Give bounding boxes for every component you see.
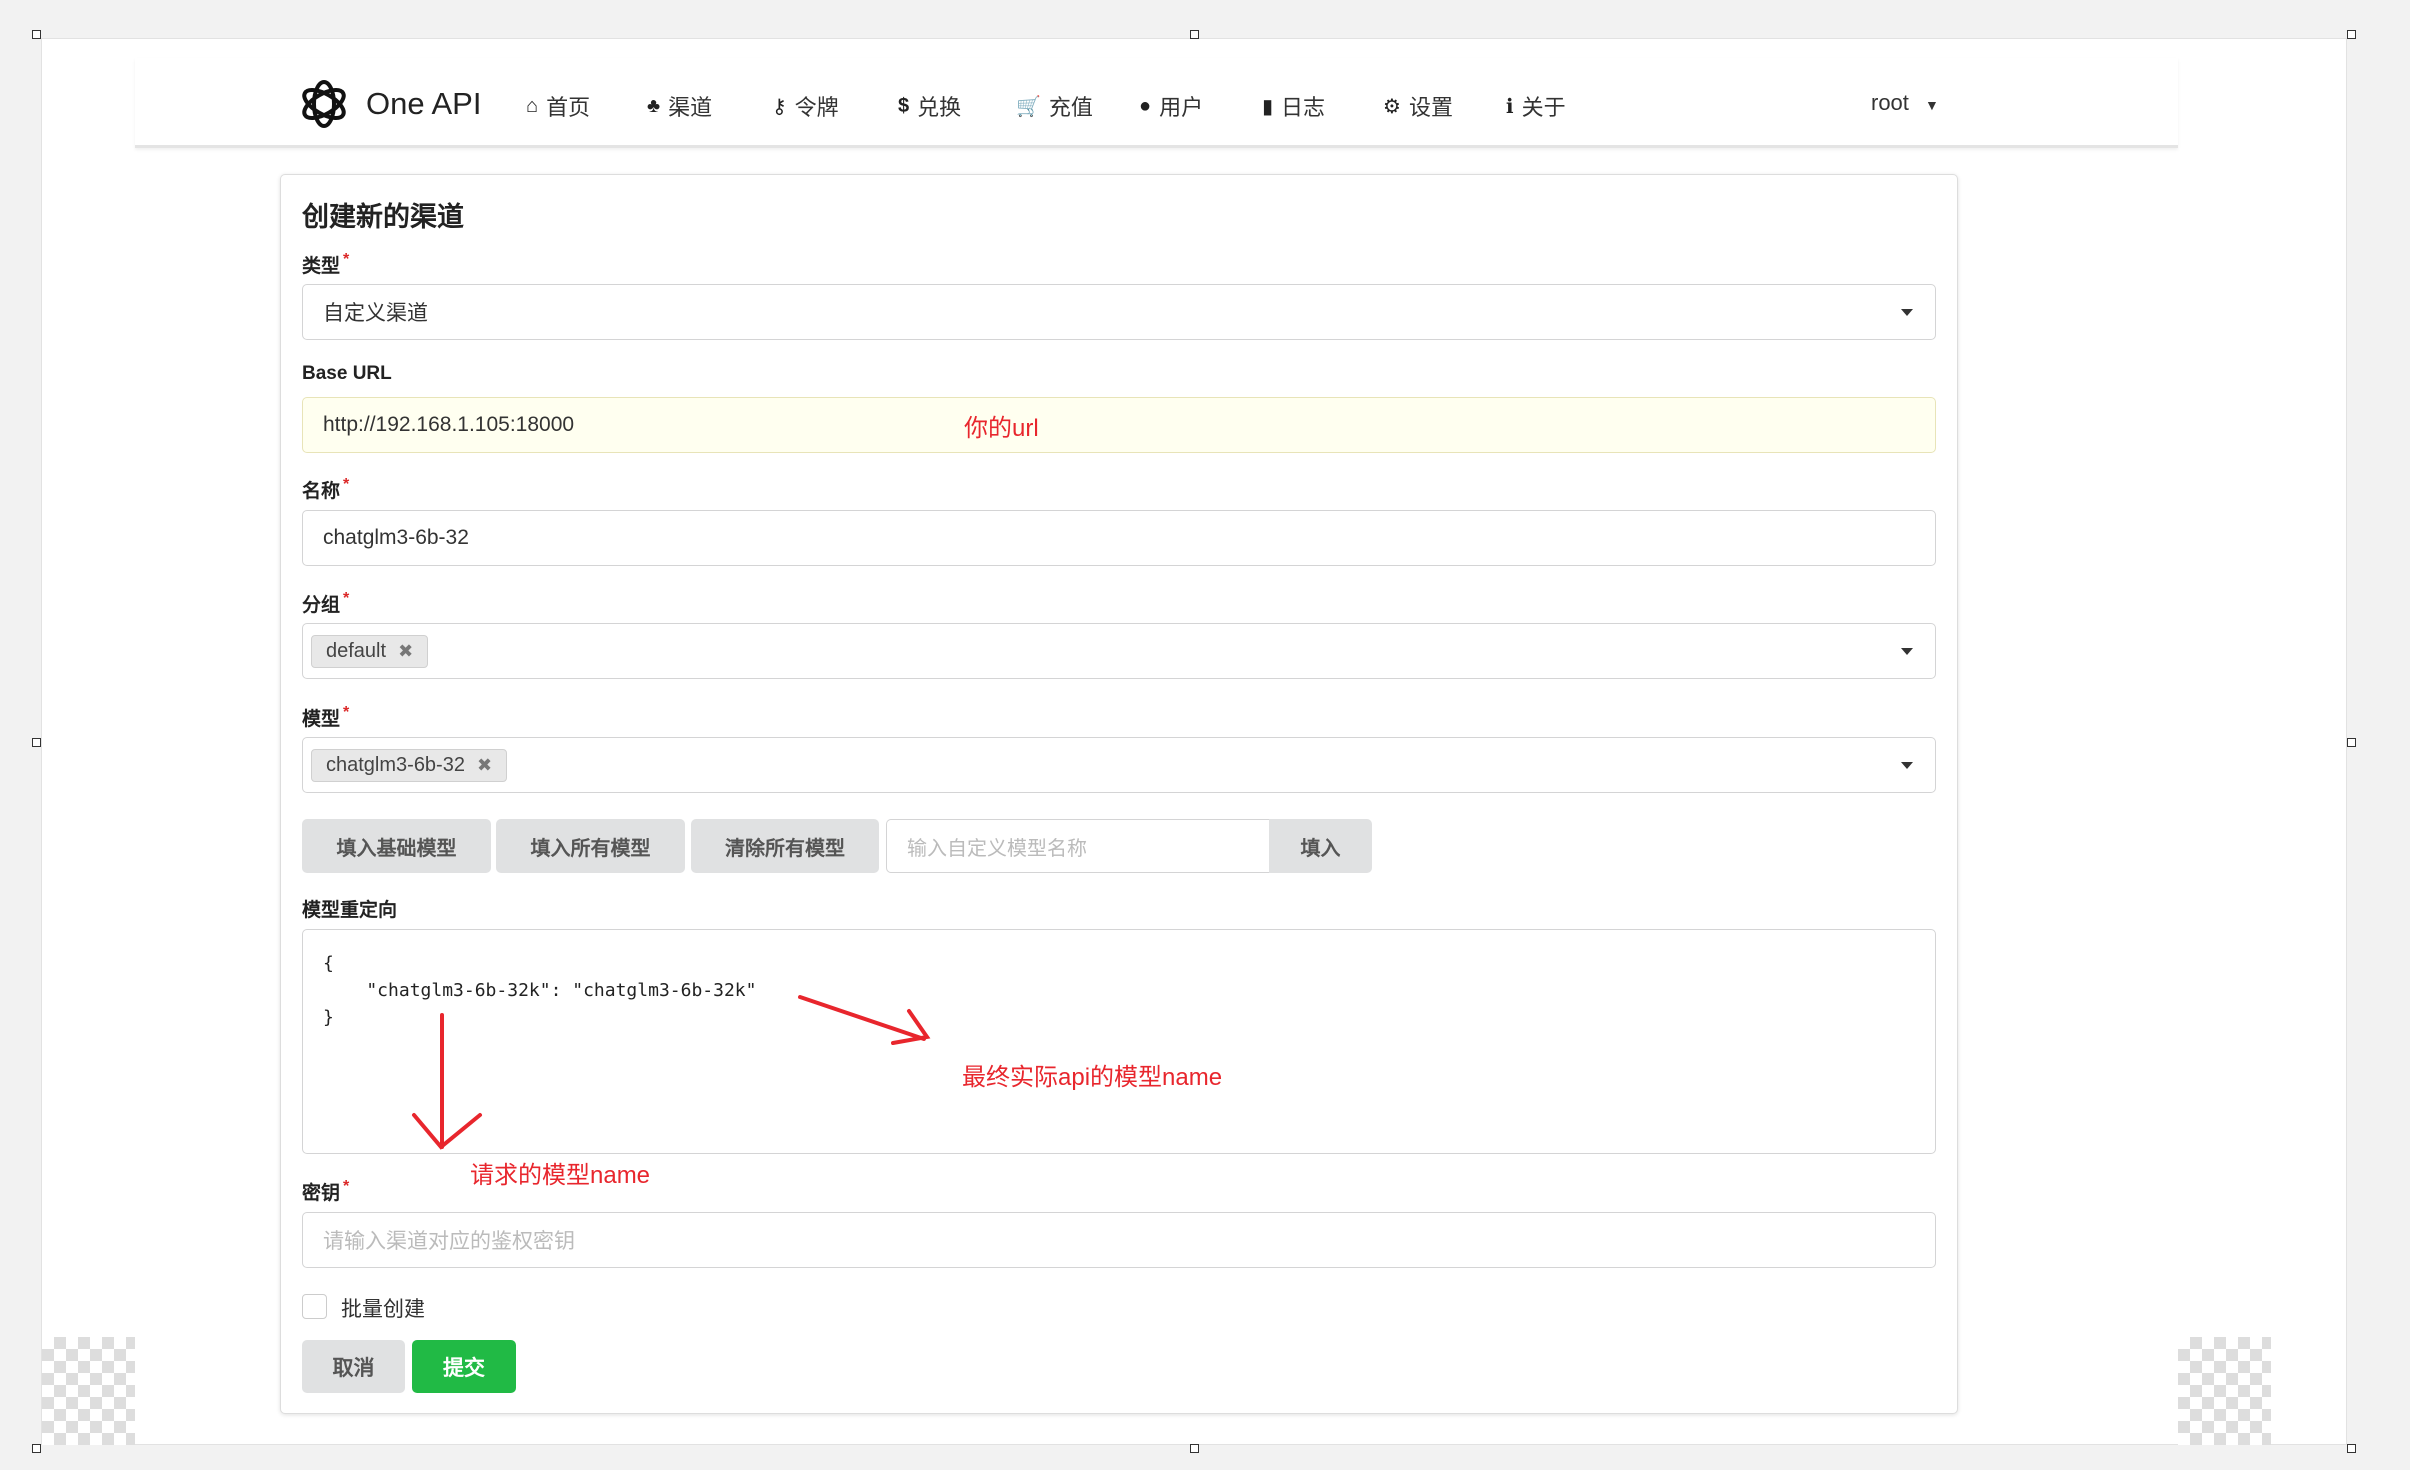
type-select[interactable]: 自定义渠道 [302,284,1936,340]
nav-label: 设置 [1409,90,1453,122]
base-url-label: Base URL [302,363,392,385]
type-value: 自定义渠道 [323,297,428,327]
transparency-checker [42,1337,135,1445]
nav-label: 用户 [1159,90,1203,122]
group-select[interactable]: default✖ [302,623,1936,679]
resize-handle[interactable] [32,1444,41,1453]
fill-all-models-button[interactable]: 填入所有模型 [496,819,685,873]
info-icon: ℹ [1506,94,1514,119]
nav-redeem[interactable]: $ 兑换 [898,90,961,122]
resize-handle[interactable] [32,738,41,747]
nav-about[interactable]: ℹ 关于 [1506,90,1566,122]
key-placeholder: 请输入渠道对应的鉴权密钥 [323,1225,575,1255]
brand-name[interactable]: One API [366,86,481,122]
chevron-down-icon [1901,648,1913,655]
user-icon: ● [1139,95,1151,118]
submit-button[interactable]: 提交 [412,1340,516,1393]
username: root [1871,90,1909,115]
key-input[interactable]: 请输入渠道对应的鉴权密钥 [302,1212,1936,1268]
batch-create-label[interactable]: 批量创建 [341,1293,425,1323]
resize-handle[interactable] [32,30,41,39]
home-icon: ⌂ [526,95,538,118]
annotation-target-model: 最终实际api的模型name [962,1057,1222,1092]
nav-tokens[interactable]: ⚷ 令牌 [772,90,839,122]
openai-logo-icon[interactable] [297,76,351,132]
batch-create-checkbox[interactable] [302,1294,327,1319]
nav-settings[interactable]: ⚙ 设置 [1383,90,1453,122]
model-mapping-textarea[interactable]: { "chatglm3-6b-32k": "chatglm3-6b-32k" } [302,929,1936,1154]
group-tag[interactable]: default✖ [311,635,428,668]
name-input[interactable]: chatglm3-6b-32 [302,510,1936,566]
chevron-down-icon [1901,762,1913,769]
nav-topup[interactable]: 🛒 充值 [1016,90,1093,122]
name-value: chatglm3-6b-32 [323,526,469,550]
resize-handle[interactable] [1190,30,1199,39]
top-navbar: One API ⌂首页 ♣渠道 ⚷令牌 $兑换 🛒充值 ●用户 ▮日志 ⚙设置 … [135,58,2178,148]
base-url-input[interactable]: http://192.168.1.105:18000 [302,397,1936,453]
transparency-checker [2178,1337,2271,1445]
type-label: 类型* [302,251,349,278]
model-mapping-label: 模型重定向 [302,895,397,922]
annotation-request-model: 请求的模型name [470,1155,650,1190]
key-icon: ⚷ [772,94,787,119]
nav-logs[interactable]: ▮ 日志 [1262,90,1325,122]
caret-down-icon: ▼ [1925,97,1939,113]
nav-label: 首页 [546,90,590,122]
nav-channels[interactable]: ♣ 渠道 [647,90,712,122]
gear-icon: ⚙ [1383,94,1401,119]
user-menu[interactable]: root ▼ [1871,90,1939,116]
chevron-down-icon [1901,309,1913,316]
name-label: 名称* [302,476,349,503]
resize-handle[interactable] [2347,30,2356,39]
fill-basic-models-button[interactable]: 填入基础模型 [302,819,491,873]
fill-custom-model-button[interactable]: 填入 [1269,819,1372,873]
cart-icon: 🛒 [1016,94,1041,119]
clear-all-models-button[interactable]: 清除所有模型 [691,819,879,873]
base-url-value: http://192.168.1.105:18000 [323,413,574,437]
key-label: 密钥* [302,1178,349,1205]
models-select[interactable]: chatglm3-6b-32✖ [302,737,1936,793]
nav-label: 兑换 [917,90,961,122]
nav-home[interactable]: ⌂ 首页 [526,90,590,122]
annotation-url: 你的url [964,408,1039,443]
dollar-icon: $ [898,95,909,118]
page-title: 创建新的渠道 [302,195,464,234]
resize-handle[interactable] [1190,1444,1199,1453]
nav-users[interactable]: ● 用户 [1139,90,1203,122]
remove-tag-icon[interactable]: ✖ [398,641,413,662]
remove-tag-icon[interactable]: ✖ [477,755,492,776]
custom-model-input[interactable]: 输入自定义模型名称 [886,819,1271,873]
model-tag[interactable]: chatglm3-6b-32✖ [311,749,507,782]
book-icon: ▮ [1262,94,1273,119]
resize-handle[interactable] [2347,1444,2356,1453]
create-channel-card: 创建新的渠道 类型* 自定义渠道 Base URL http://192.168… [280,174,1958,1414]
nav-label: 充值 [1049,90,1093,122]
nav-label: 关于 [1522,90,1566,122]
group-label: 分组* [302,590,349,617]
nav-label: 令牌 [795,90,839,122]
cancel-button[interactable]: 取消 [302,1340,405,1393]
sitemap-icon: ♣ [647,95,660,118]
resize-handle[interactable] [2347,738,2356,747]
nav-label: 日志 [1281,90,1325,122]
models-label: 模型* [302,704,349,731]
nav-label: 渠道 [668,90,712,122]
